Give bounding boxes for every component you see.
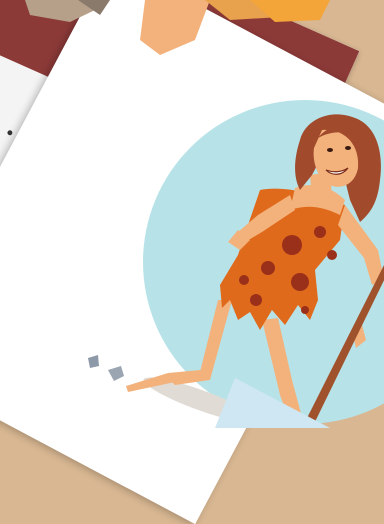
photo-scene: terstock.com • 3274 [0,0,384,524]
eye [345,146,351,150]
stone [88,355,99,368]
eye [327,148,333,152]
top-photo-details [25,0,330,55]
stone [108,366,124,381]
cavewoman-illustration [25,0,384,428]
